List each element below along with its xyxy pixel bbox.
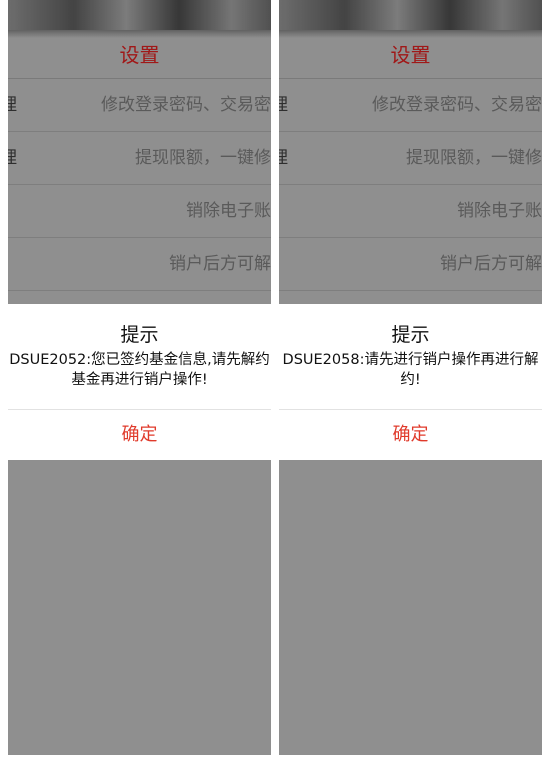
alert-dialog: 提示 DSUE2052:您已签约基金信息,请先解约 基金再进行销户操作! 确定 [8,304,271,460]
dialog-message-line-1: DSUE2052:您已签约基金信息,请先解约 [9,352,270,368]
dialog-message-line-1: DSUE2058:请先进行销户操作再进行解 [282,352,539,368]
row-value: 销户后方可解 [440,254,542,274]
ink-banner [279,0,542,38]
row-label: 理 [8,148,17,168]
row-value: 销除电子账 [186,201,271,221]
settings-row-close-account[interactable]: 销除电子账 [279,185,542,238]
ink-banner [8,0,271,38]
row-value: 提现限额，一键修 [135,148,271,168]
settings-row-unbind[interactable]: 销户后方可解 [279,238,542,291]
row-label: 理 [279,148,288,168]
confirm-button[interactable]: 确定 [8,410,271,460]
settings-row-password[interactable]: 理 修改登录密码、交易密 [279,79,542,132]
screenshot-right: 设置 理 修改登录密码、交易密 理 提现限额，一键修 销除电子账 销户后方可解 … [279,0,542,755]
dialog-title: 提示 [391,324,430,346]
confirm-button[interactable]: 确定 [279,410,542,460]
row-value: 提现限额，一键修 [406,148,542,168]
row-label: 理 [279,95,288,115]
row-value: 修改登录密码、交易密 [372,95,542,115]
row-value: 销户后方可解 [169,254,271,274]
dialog-message-line-2: 约! [400,372,421,388]
row-label: 理 [8,95,17,115]
settings-row-password[interactable]: 理 修改登录密码、交易密 [8,79,271,132]
settings-row-unbind[interactable]: 销户后方可解 [8,238,271,291]
settings-row-limit[interactable]: 理 提现限额，一键修 [8,132,271,185]
row-value: 修改登录密码、交易密 [101,95,271,115]
dialog-message: DSUE2052:您已签约基金信息,请先解约 基金再进行销户操作! [8,350,271,390]
dialog-message: DSUE2058:请先进行销户操作再进行解 约! [279,350,542,390]
screenshot-left: 设置 理 修改登录密码、交易密 理 提现限额，一键修 销除电子账 销户后方可解 … [8,0,271,755]
settings-row-close-account[interactable]: 销除电子账 [8,185,271,238]
page-title: 设置 [390,43,431,67]
row-value: 销除电子账 [457,201,542,221]
dialog-message-line-2: 基金再进行销户操作! [71,372,208,388]
alert-dialog: 提示 DSUE2058:请先进行销户操作再进行解 约! 确定 [279,304,542,460]
dialog-title: 提示 [120,324,159,346]
settings-row-limit[interactable]: 理 提现限额，一键修 [279,132,542,185]
page-title: 设置 [119,43,160,67]
